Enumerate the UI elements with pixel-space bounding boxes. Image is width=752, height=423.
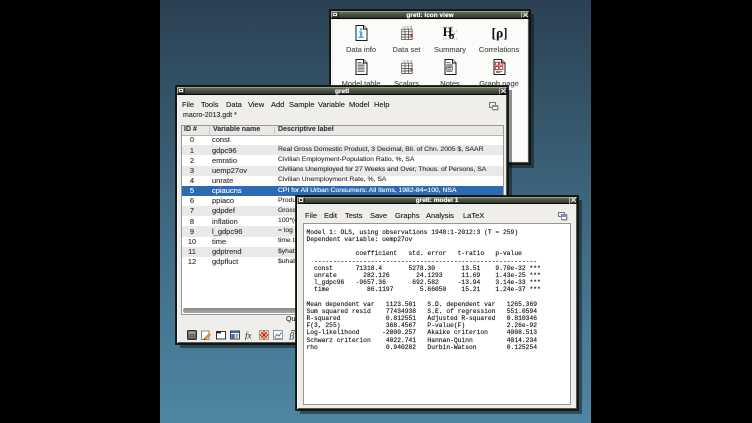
svg-text:3: 3 <box>410 60 412 64</box>
svg-text:3: 3 <box>410 25 412 29</box>
svg-text:fx: fx <box>245 330 252 340</box>
svg-text:σ: σ <box>449 31 455 41</box>
svg-text:β: β <box>288 331 294 340</box>
svg-text:[ρ]: [ρ] <box>492 25 507 40</box>
